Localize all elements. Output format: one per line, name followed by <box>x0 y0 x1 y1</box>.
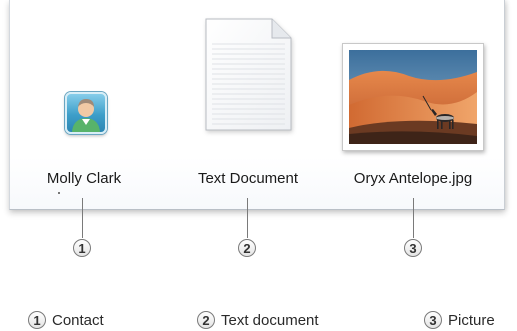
contact-icon <box>65 92 107 134</box>
legend-label-picture: Picture <box>448 311 495 329</box>
file-view-pane: Molly Clark Text Document Oryx Antelope.… <box>9 0 505 210</box>
file-item-picture[interactable]: Oryx Antelope.jpg <box>340 0 486 200</box>
file-item-text-document[interactable]: Text Document <box>183 0 313 200</box>
callout-number-1: 1 <box>73 239 91 257</box>
text-document-icon <box>204 18 292 131</box>
file-item-contact[interactable]: Molly Clark <box>29 0 139 200</box>
legend-number-3: 3 <box>424 311 442 329</box>
file-name-label: Text Document <box>197 170 299 187</box>
legend-item-picture: 3 Picture <box>424 310 495 330</box>
legend-item-text-document: 2 Text document <box>197 310 319 330</box>
file-name-label: Oryx Antelope.jpg <box>353 170 473 187</box>
callout-line-2 <box>247 198 248 238</box>
legend-number-2: 2 <box>197 311 215 329</box>
file-name-label: Molly Clark <box>46 170 122 187</box>
callout-line-1 <box>82 198 83 238</box>
selection-dot <box>58 192 60 194</box>
picture-thumbnail <box>342 43 484 151</box>
legend-label-contact: Contact <box>52 311 104 329</box>
legend-item-contact: 1 Contact <box>28 310 104 330</box>
callout-number-3: 3 <box>404 239 422 257</box>
callout-number-2: 2 <box>238 239 256 257</box>
callout-line-3 <box>413 198 414 238</box>
legend-label-text-document: Text document <box>221 311 319 329</box>
legend-number-1: 1 <box>28 311 46 329</box>
